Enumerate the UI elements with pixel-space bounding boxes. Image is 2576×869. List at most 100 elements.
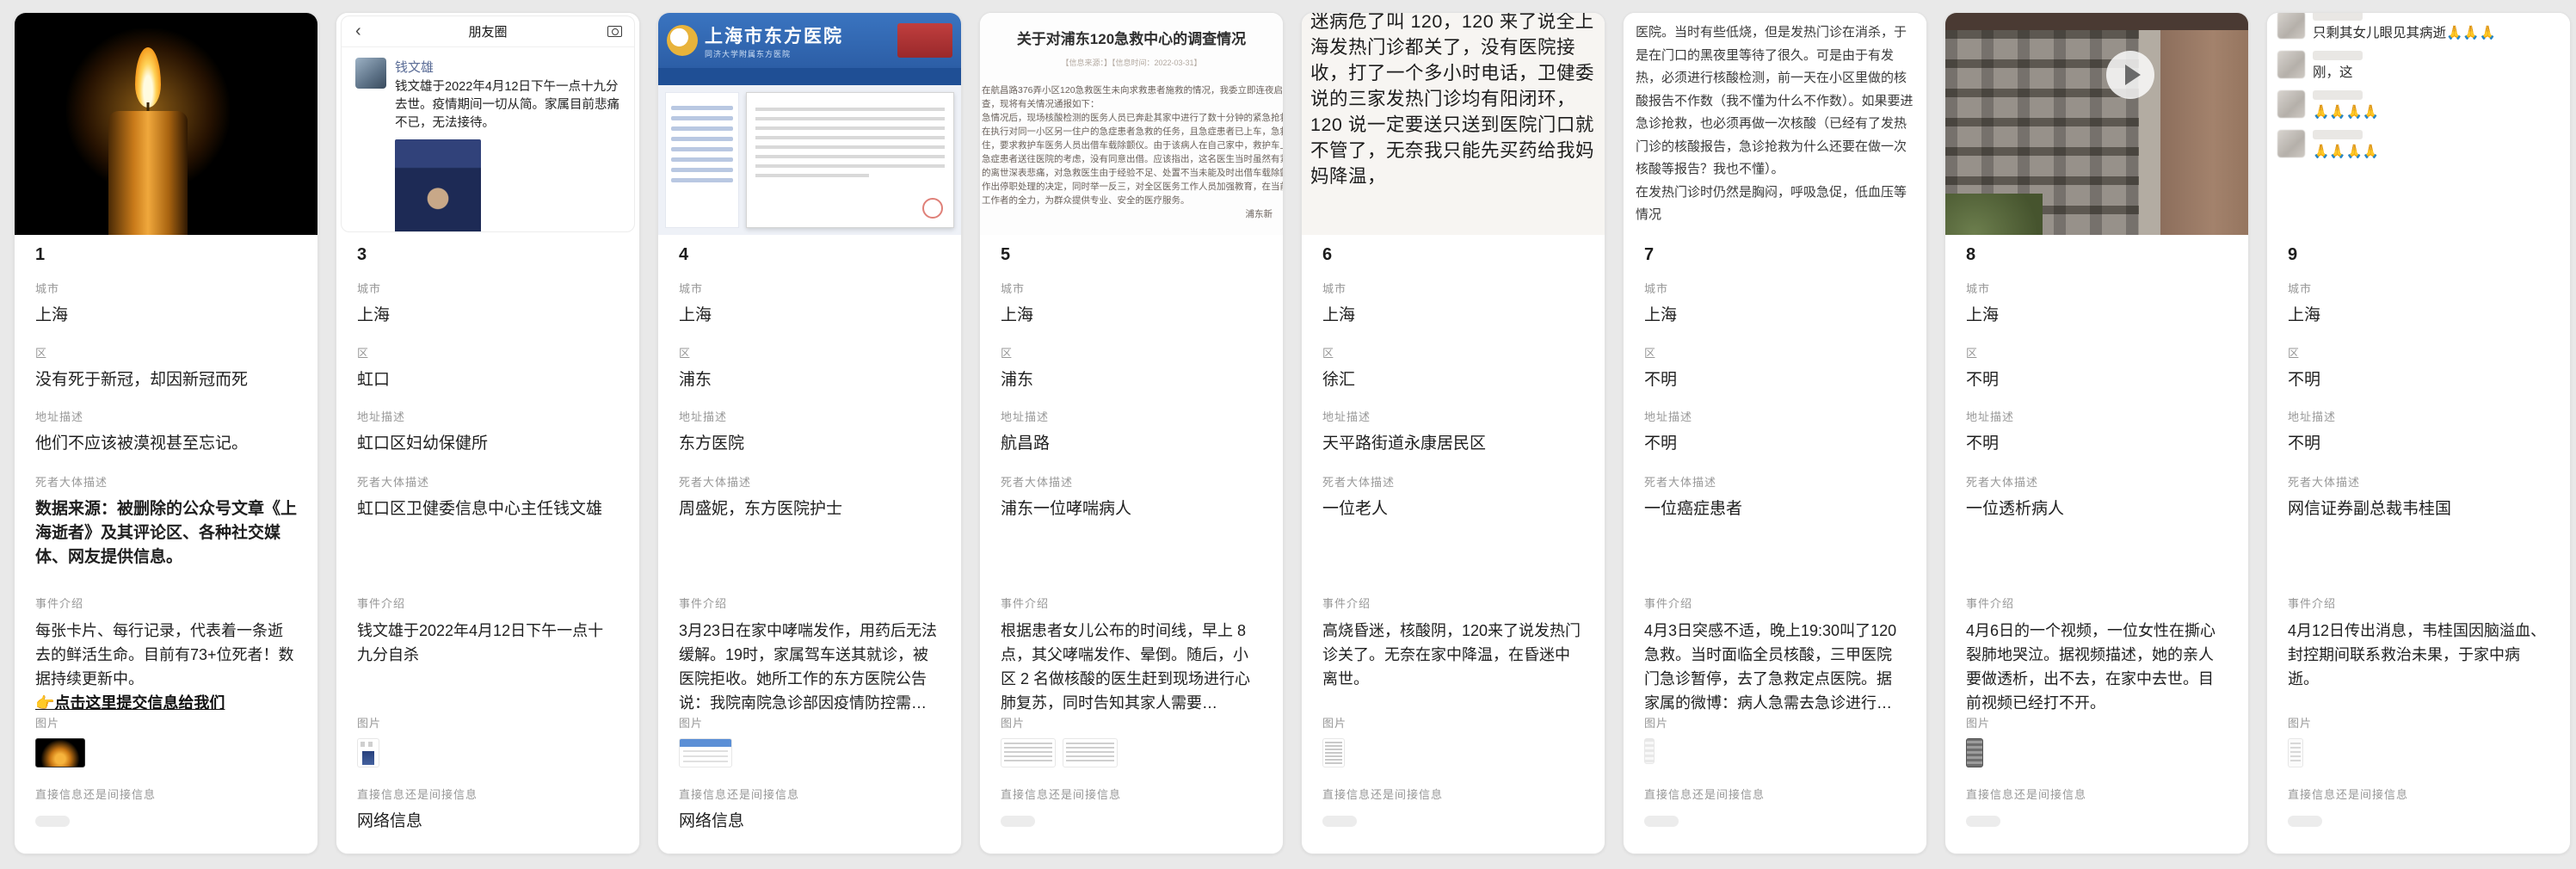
event-label: 事件介绍	[1322, 595, 1584, 611]
deceased-value: 一位癌症患者	[1644, 497, 1906, 521]
group-chat-screenshot: 只剩其女儿眼见其病逝🙏🙏🙏刚，这🙏🙏🙏🙏🙏🙏🙏🙏	[2267, 13, 2570, 235]
empty-value-pill	[1001, 816, 1035, 827]
wechat-moments-screenshot: ‹ 朋友圈 钱文雄 钱文雄于2022年4月12日下午一点十九分去世。疫情期间一切…	[336, 13, 639, 235]
image-thumbnails	[35, 738, 297, 767]
document-meta: 【信息来源：】【信息时间：2022-03-31】	[980, 57, 1283, 68]
empty-value-pill	[1322, 816, 1357, 827]
image-thumbnails	[1001, 738, 1262, 767]
website-nav-bar	[658, 68, 961, 85]
weibo-text-screenshot: 医院。当时有些低烧，但是发热门诊在消杀，于是在门口的黑夜里等待了很久。可是由于有…	[1624, 13, 1926, 235]
empty-value-pill	[1966, 816, 2000, 827]
image-thumbnail[interactable]	[679, 738, 732, 767]
district-label: 区	[357, 344, 619, 361]
district-label: 区	[679, 344, 940, 361]
event-value: 3月23日在家中哮喘发作，用药后无法缓解。19时，家属驾车送其就诊，被医院拒收。…	[679, 619, 940, 715]
city-label: 城市	[357, 280, 619, 296]
document-title: 关于对浦东120急救中心的调查情况	[980, 27, 1283, 48]
district-label: 区	[1322, 344, 1584, 361]
district-label: 区	[1644, 344, 1906, 361]
death-record-card[interactable]: 上海市东方医院 同济大学附属东方医院	[657, 12, 962, 854]
address-value: 不明	[2288, 432, 2549, 456]
deceased-value: 虹口区卫健委信息中心主任钱文雄	[357, 497, 619, 521]
post-text: 钱文雄于2022年4月12日下午一点十九分去世。疫情期间一切从简。家属目前悲痛不…	[395, 78, 624, 133]
death-record-card[interactable]: 只剩其女儿眼见其病逝🙏🙏🙏刚，这🙏🙏🙏🙏🙏🙏🙏🙏 9 城市 上海 区 不明 地址…	[2266, 12, 2571, 854]
event-value: 高烧昏迷，核酸阴，120来了说发热门诊关了。无奈在家中降温，在昏迷中离世。	[1322, 619, 1584, 691]
empty-value-pill	[1644, 816, 1679, 827]
direct-info-value: 网络信息	[679, 810, 940, 834]
chat-message-text: 刚，这	[2313, 65, 2363, 82]
blurred-avatar	[2277, 90, 2305, 118]
address-label: 地址描述	[679, 408, 940, 424]
website-banner: 上海市东方医院 同济大学附属东方医院	[658, 13, 961, 68]
district-value: 徐汇	[1322, 368, 1584, 392]
deceased-label: 死者大体描述	[2288, 473, 2549, 490]
death-record-card[interactable]: ‹ 朋友圈 钱文雄 钱文雄于2022年4月12日下午一点十九分去世。疫情期间一切…	[336, 12, 640, 854]
death-record-card[interactable]: 1 城市 上海 区 没有死于新冠，却因新冠而死 地址描述 他们不应该被漠视甚至忘…	[14, 12, 318, 854]
banner-badge	[897, 23, 952, 58]
post-photo	[395, 139, 481, 232]
deceased-label: 死者大体描述	[679, 473, 940, 490]
bushes	[1945, 194, 2043, 235]
district-label: 区	[1001, 344, 1262, 361]
image-thumbnail[interactable]	[1322, 738, 1345, 767]
avatar	[355, 58, 386, 89]
direct-info-label: 直接信息还是间接信息	[357, 786, 619, 802]
hospital-logo	[667, 25, 698, 56]
city-value: 上海	[357, 304, 619, 328]
deceased-value: 数据来源：被删除的公众号文章《上海逝者》及其评论区、各种社交媒体、网友提供信息。	[35, 497, 297, 570]
empty-value-pill	[35, 816, 70, 827]
blurred-avatar	[2277, 130, 2305, 157]
event-label: 事件介绍	[1966, 595, 2228, 611]
death-record-card[interactable]: 8 城市 上海 区 不明 地址描述 不明 死者大体描述 一位透析病人 事件介绍 …	[1944, 12, 2249, 854]
image-label: 图片	[1644, 714, 1906, 730]
direct-info-label: 直接信息还是间接信息	[1966, 786, 2228, 802]
event-value: 4月3日突感不适，晚上19:30叫了120急救。当时面临全员核酸，三甲医院门急诊…	[1644, 619, 1906, 715]
direct-info-label: 直接信息还是间接信息	[1322, 786, 1584, 802]
card-number: 7	[1644, 245, 1906, 265]
image-thumbnail[interactable]	[1063, 738, 1118, 767]
image-thumbnail[interactable]	[1644, 738, 1655, 764]
event-label: 事件介绍	[357, 595, 619, 611]
chat-message-text: 🙏🙏🙏🙏	[2313, 104, 2379, 121]
submit-info-link[interactable]: 👉点击这里提交信息给我们	[35, 691, 297, 715]
deceased-value: 一位透析病人	[1966, 497, 2228, 521]
card-number: 1	[35, 245, 297, 265]
image-thumbnails	[1966, 738, 2228, 767]
direct-info-label: 直接信息还是间接信息	[2288, 786, 2549, 802]
empty-value-pill	[2288, 816, 2322, 827]
image-thumbnail[interactable]	[35, 738, 85, 767]
image-thumbnail[interactable]	[2288, 738, 2303, 767]
card-gallery: 1 城市 上海 区 没有死于新冠，却因新冠而死 地址描述 他们不应该被漠视甚至忘…	[0, 0, 2576, 854]
image-label: 图片	[2288, 714, 2549, 730]
city-value: 上海	[1644, 304, 1906, 328]
address-label: 地址描述	[357, 408, 619, 424]
address-label: 地址描述	[1644, 408, 1906, 424]
deceased-label: 死者大体描述	[1001, 473, 1262, 490]
city-value: 上海	[1001, 304, 1262, 328]
district-value: 不明	[1644, 368, 1906, 392]
image-thumbnail[interactable]	[1966, 738, 1983, 767]
chat-message-row: 🙏🙏🙏🙏	[2277, 130, 2561, 161]
death-record-card[interactable]: 医院。当时有些低烧，但是发热门诊在消杀，于是在门口的黑夜里等待了很久。可是由于有…	[1623, 12, 1927, 854]
image-thumbnail[interactable]	[1001, 738, 1056, 767]
address-label: 地址描述	[1001, 408, 1262, 424]
card-number: 3	[357, 245, 619, 265]
district-value: 没有死于新冠，却因新冠而死	[35, 368, 297, 392]
video-still-screenshot	[1945, 13, 2248, 235]
moments-nav-title: 朋友圈	[468, 22, 507, 40]
city-value: 上海	[1322, 304, 1584, 328]
death-record-card[interactable]: 迷病危了叫 120，120 来了说全上海发热门诊都关了，没有医院接收，打了一个多…	[1301, 12, 1605, 854]
city-value: 上海	[1966, 304, 2228, 328]
address-value: 东方医院	[679, 432, 940, 456]
poster-name: 钱文雄	[395, 58, 624, 76]
blurred-avatar	[2277, 51, 2305, 78]
chat-message-row: 刚，这	[2277, 51, 2561, 82]
direct-info-label: 直接信息还是间接信息	[1001, 786, 1262, 802]
city-label: 城市	[35, 280, 297, 296]
image-thumbnail[interactable]	[357, 738, 379, 767]
official-seal	[922, 198, 943, 219]
deceased-label: 死者大体描述	[357, 473, 619, 490]
city-label: 城市	[2288, 280, 2549, 296]
image-label: 图片	[1001, 714, 1262, 730]
death-record-card[interactable]: 关于对浦东120急救中心的调查情况 【信息来源：】【信息时间：2022-03-3…	[979, 12, 1284, 854]
